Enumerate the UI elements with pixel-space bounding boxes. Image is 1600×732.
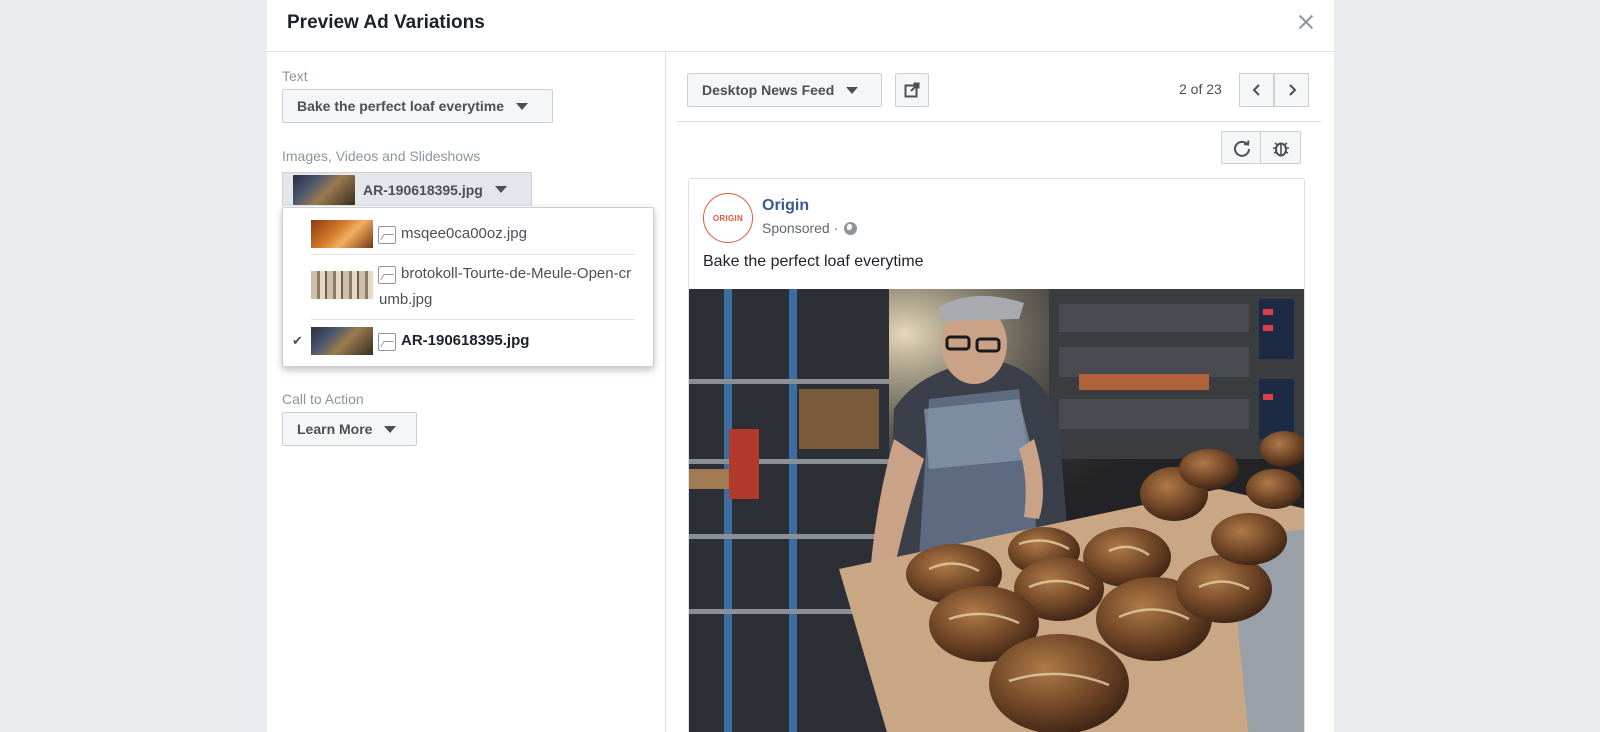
debug-button[interactable] [1261, 132, 1300, 163]
next-button[interactable] [1274, 73, 1309, 107]
option-thumbnail [311, 327, 373, 355]
preview-tools [1221, 131, 1301, 164]
text-dropdown[interactable]: Bake the perfect loaf everytime [282, 89, 553, 123]
bug-icon [1273, 142, 1289, 157]
option-label: brotokoll-Tourte-de-Meule-Open-crumb.jpg [379, 265, 632, 308]
option-thumbnail [311, 271, 373, 299]
media-dropdown-value: AR-190618395.jpg [363, 181, 483, 198]
sponsored-text: Sponsored · [762, 220, 839, 236]
media-label: Images, Videos and Slideshows [282, 148, 481, 164]
external-link-icon [904, 82, 920, 98]
chevron-down-icon [846, 86, 859, 94]
media-option-selected[interactable]: ✔ AR-190618395.jpg [283, 324, 653, 360]
media-option[interactable]: msqee0ca00oz.jpg [283, 218, 653, 254]
chevron-down-icon [384, 425, 397, 433]
prev-button[interactable] [1239, 73, 1274, 107]
placement-value: Desktop News Feed [702, 82, 835, 98]
avatar-logo-text: ORIGIN [712, 213, 744, 223]
media-dropdown-menu: msqee0ca00oz.jpg brotokoll-Tourte-de-Meu… [282, 207, 654, 367]
modal-title: Preview Ad Variations [287, 12, 485, 33]
refresh-button[interactable] [1222, 132, 1261, 163]
cta-label: Call to Action [282, 391, 364, 407]
baker-photo [689, 289, 1304, 732]
page-name-link[interactable]: Origin [762, 197, 809, 215]
preview-modal: Preview Ad Variations Text Bake the perf… [267, 0, 1334, 732]
media-option[interactable]: brotokoll-Tourte-de-Meule-Open-crumb.jpg [283, 260, 653, 316]
preview-toolbar: Desktop News Feed 2 of 23 [676, 52, 1322, 122]
preview-pane: Desktop News Feed 2 of 23 ORIGIN Origin … [666, 52, 1334, 732]
pager-count: 2 of 23 [1179, 81, 1222, 97]
cta-dropdown-value: Learn More [297, 421, 373, 437]
post-body-text: Bake the perfect loaf everytime [703, 253, 924, 270]
refresh-icon [1234, 140, 1250, 157]
text-dropdown-value: Bake the perfect loaf everytime [297, 98, 504, 114]
modal-header: Preview Ad Variations [267, 0, 1334, 52]
globe-icon [844, 221, 858, 235]
option-label: msqee0ca00oz.jpg [401, 225, 527, 242]
ad-image[interactable] [689, 289, 1304, 732]
page-avatar[interactable]: ORIGIN [703, 193, 753, 243]
ad-preview-post: ORIGIN Origin Sponsored · Bake the perfe… [688, 178, 1305, 732]
option-label: AR-190618395.jpg [401, 332, 530, 349]
sponsored-line: Sponsored · [762, 220, 858, 236]
checkmark-icon: ✔ [292, 333, 303, 348]
divider [311, 319, 635, 320]
option-thumbnail [311, 220, 373, 248]
cta-dropdown[interactable]: Learn More [282, 412, 417, 446]
chevron-down-icon [494, 186, 507, 193]
divider [311, 254, 635, 255]
open-external-button[interactable] [895, 73, 929, 107]
media-thumbnail [293, 174, 355, 205]
placement-dropdown[interactable]: Desktop News Feed [687, 73, 882, 107]
chevron-down-icon [515, 102, 528, 110]
close-icon[interactable] [1294, 10, 1318, 34]
chevron-left-icon [1252, 84, 1260, 96]
text-label: Text [282, 68, 308, 84]
chevron-right-icon [1289, 84, 1297, 96]
media-dropdown[interactable]: AR-190618395.jpg [282, 172, 532, 206]
settings-pane: Text Bake the perfect loaf everytime Ima… [267, 52, 666, 732]
